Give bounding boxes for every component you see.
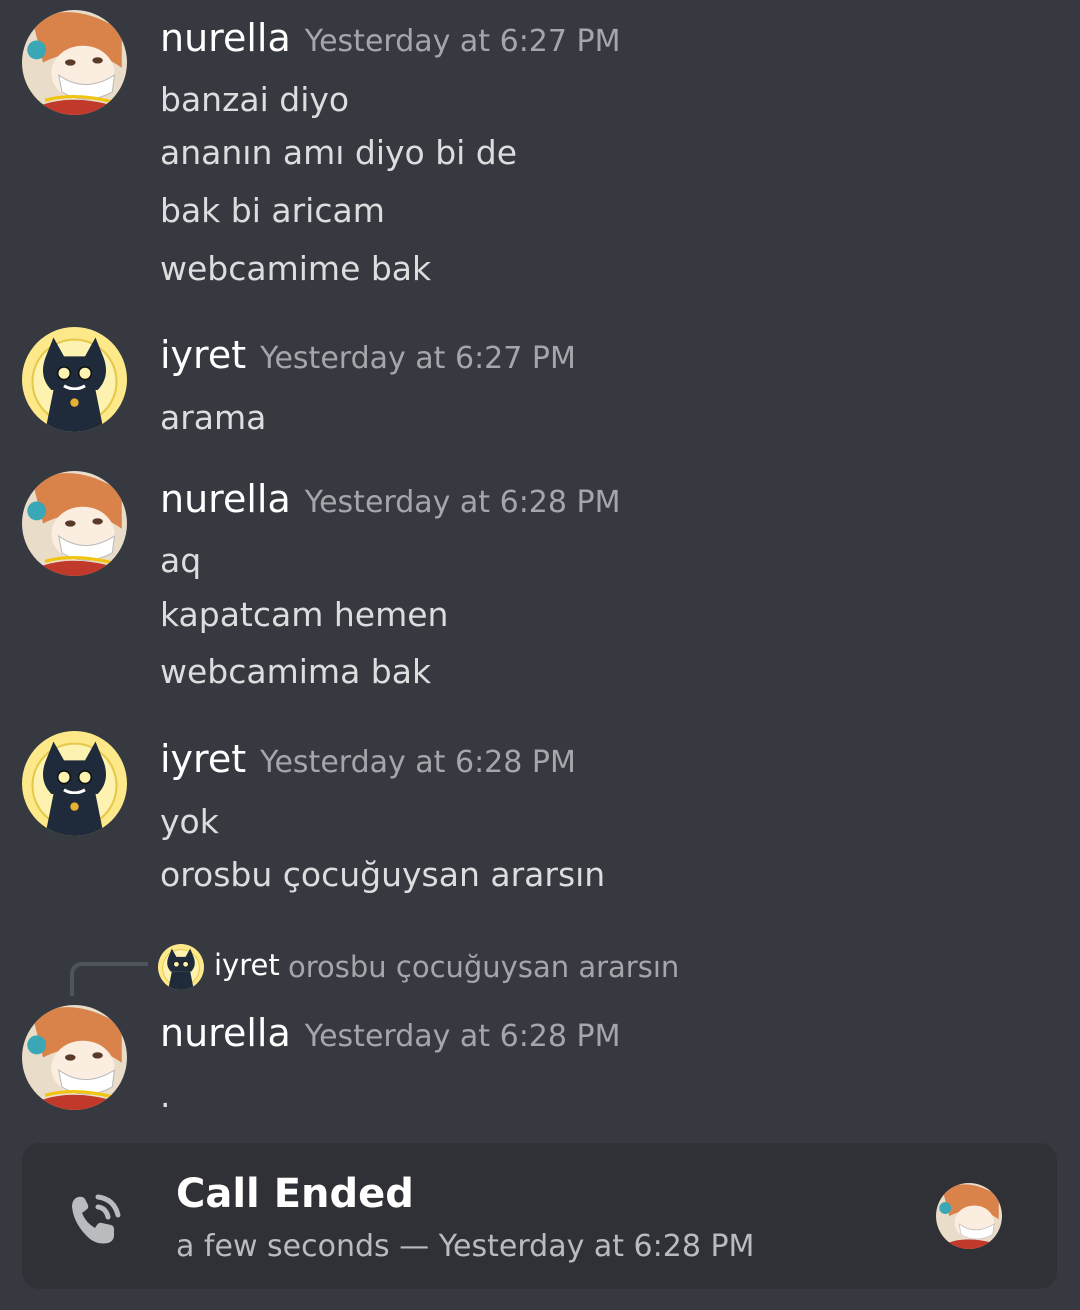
timestamp: Yesterday at 6:27 PM (304, 24, 621, 59)
timestamp: Yesterday at 6:28 PM (260, 745, 576, 780)
timestamp: Yesterday at 6:28 PM (304, 485, 621, 520)
reply-avatar-iyret[interactable] (158, 944, 204, 990)
anime-girl-avatar-icon (22, 1005, 127, 1110)
reply-connector (70, 962, 148, 996)
anime-girl-avatar-icon (936, 1183, 1002, 1249)
username[interactable]: iyret (160, 737, 246, 781)
avatar-nurella[interactable] (22, 10, 127, 115)
avatar-iyret[interactable] (22, 731, 127, 836)
message-text: arama (160, 398, 267, 437)
black-cat-avatar-icon (22, 327, 127, 432)
message-text: yok (160, 802, 219, 841)
message-text: aq (160, 541, 202, 580)
black-cat-avatar-icon (22, 731, 127, 836)
message-header: nurella Yesterday at 6:27 PM (160, 16, 620, 60)
phone-call-icon (72, 1194, 121, 1244)
anime-girl-avatar-icon (22, 10, 127, 115)
message-header: nurella Yesterday at 6:28 PM (160, 1011, 620, 1055)
avatar-nurella[interactable] (22, 1005, 127, 1110)
reply-preview-text[interactable]: orosbu çocuğuysan ararsın (288, 950, 679, 984)
reply-username[interactable]: iyret (214, 948, 280, 982)
avatar-nurella[interactable] (22, 471, 127, 576)
message-text: webcamime bak (160, 249, 432, 288)
username[interactable]: nurella (160, 1011, 291, 1055)
message-text: orosbu çocuğuysan ararsın (160, 855, 606, 894)
call-title: Call Ended (176, 1171, 414, 1217)
message-header: iyret Yesterday at 6:27 PM (160, 333, 576, 377)
message-text: ananın amı diyo bi de (160, 133, 518, 172)
call-ended-card[interactable]: Call Ended a few seconds — Yesterday at … (22, 1143, 1057, 1289)
username[interactable]: nurella (160, 477, 291, 521)
black-cat-avatar-icon (158, 944, 204, 990)
anime-girl-avatar-icon (22, 471, 127, 576)
call-participant-avatar[interactable] (936, 1183, 1002, 1249)
avatar-iyret[interactable] (22, 327, 127, 432)
timestamp: Yesterday at 6:27 PM (260, 341, 576, 376)
message-header: nurella Yesterday at 6:28 PM (160, 477, 620, 521)
timestamp: Yesterday at 6:28 PM (304, 1019, 621, 1054)
message-text: webcamima bak (160, 652, 432, 691)
message-text: bak bi aricam (160, 191, 385, 230)
call-subtitle: a few seconds — Yesterday at 6:28 PM (176, 1229, 755, 1264)
message-text: banzai diyo (160, 80, 350, 119)
message-header: iyret Yesterday at 6:28 PM (160, 737, 576, 781)
username[interactable]: iyret (160, 333, 246, 377)
message-text: . (160, 1076, 171, 1115)
message-text: kapatcam hemen (160, 595, 449, 634)
username[interactable]: nurella (160, 16, 291, 60)
